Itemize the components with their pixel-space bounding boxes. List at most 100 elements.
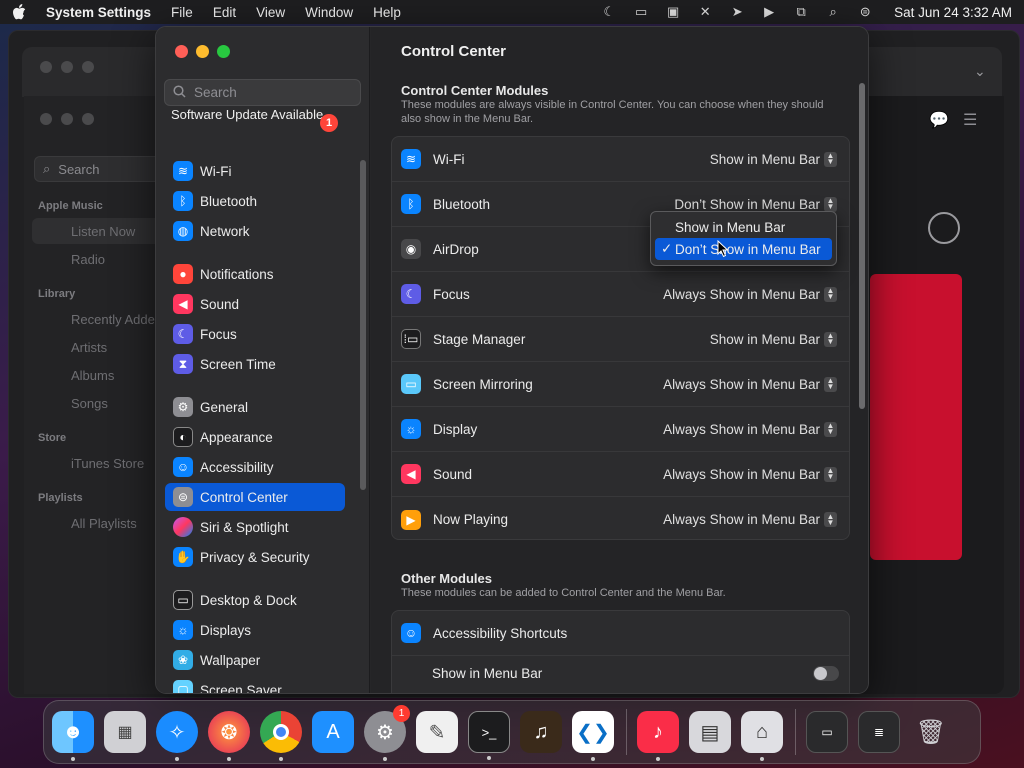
sidebar-item-label: Privacy & Security — [200, 549, 310, 565]
module-row-focus: ☾ Focus Always Show in Menu Bar ▲ ▼ — [392, 272, 849, 317]
trash-icon[interactable]: 🗑 — [910, 711, 952, 753]
sidebar-item-general[interactable]: ⚙ General — [165, 393, 345, 421]
module-visibility-select[interactable]: Always Show in Menu Bar ▲ ▼ — [663, 421, 837, 437]
textedit-icon[interactable]: ✎ — [416, 711, 458, 753]
music-artwork[interactable] — [870, 274, 962, 560]
module-visibility-select[interactable]: Always Show in Menu Bar ▲ ▼ — [663, 466, 837, 482]
sidebar-item-label: General — [200, 399, 249, 415]
music-item-all-playlists[interactable]: All Playlists — [71, 516, 137, 531]
module-visibility-select[interactable]: Show in Menu Bar ▲ ▼ — [709, 331, 837, 347]
sidebar-item-sound[interactable]: ◀ Sound — [165, 290, 345, 318]
sidebar-item-notifications[interactable]: ● Notifications — [165, 260, 345, 288]
accessibility-icon: ☺ — [173, 457, 193, 477]
show-in-menu-bar-toggle[interactable] — [813, 666, 839, 681]
safari-icon[interactable]: ✧ — [156, 711, 198, 761]
sidebar-item-bluetooth[interactable]: ᛒ Bluetooth — [165, 187, 345, 215]
moon-icon[interactable]: ☾ — [600, 4, 618, 19]
sidebar-scrollbar[interactable] — [360, 160, 366, 490]
module-visibility-select[interactable]: Always Show in Menu Bar ▲ ▼ — [663, 376, 837, 392]
module-visibility-select[interactable]: Always Show in Menu Bar ▲ ▼ — [663, 286, 837, 302]
sidebar-item-privacy-security[interactable]: ✋ Privacy & Security — [165, 543, 345, 571]
menu-file[interactable]: File — [171, 5, 193, 20]
music-item-itunes-store[interactable]: iTunes Store — [71, 456, 144, 471]
lyrics-icon[interactable]: 💬 — [929, 110, 949, 130]
menu-help[interactable]: Help — [373, 5, 401, 20]
window-icon[interactable]: ⧉ — [792, 4, 810, 19]
sidebar-item-focus[interactable]: ☾ Focus — [165, 320, 345, 348]
terminal-icon[interactable]: >_ — [468, 711, 510, 760]
firefox-icon[interactable]: ❂ — [208, 711, 250, 761]
sidebar-item-wallpaper[interactable]: ❀ Wallpaper — [165, 646, 345, 674]
accessibility-icon: ☺ — [401, 623, 421, 643]
app-store-icon[interactable]: A — [312, 711, 354, 753]
control-center-icon[interactable]: ⊜ — [856, 4, 874, 19]
sidebar-item-network[interactable]: ◍ Network — [165, 217, 345, 245]
sidebar-item-label: Desktop & Dock — [200, 592, 297, 608]
sidebar-item-displays[interactable]: ☼ Displays — [165, 616, 345, 644]
apple-icon[interactable] — [12, 4, 28, 20]
account-avatar-icon[interactable] — [928, 212, 960, 244]
window-thumbnail-icon[interactable]: ▭ — [806, 711, 848, 753]
vscode-icon[interactable]: ❮❯ — [572, 711, 614, 761]
sidebar-item-appearance[interactable]: ◐ Appearance — [165, 423, 345, 451]
menu-window[interactable]: Window — [305, 5, 353, 20]
software-update-badge: 1 — [320, 114, 338, 132]
sidebar-item-wifi[interactable]: ≋ Wi-Fi — [165, 157, 345, 185]
stage-manager-icon[interactable]: ▭ — [632, 4, 650, 19]
queue-icon[interactable]: ☰ — [963, 110, 977, 130]
close-button[interactable] — [175, 45, 188, 58]
display-icon[interactable]: ▣ — [664, 4, 682, 19]
search-icon[interactable]: ⌕ — [824, 4, 842, 19]
preview-icon[interactable]: ▤ — [689, 711, 731, 753]
module-visibility-select[interactable]: Always Show in Menu Bar ▲ ▼ — [663, 512, 837, 527]
module-visibility-value: Show in Menu Bar — [709, 331, 820, 347]
music-search-placeholder: Search — [58, 161, 100, 177]
music-icon[interactable]: ♪ — [637, 711, 679, 761]
sidebar-search-input[interactable]: Search — [164, 79, 361, 106]
chrome-icon[interactable] — [260, 711, 302, 761]
music-section-library: Library — [38, 288, 76, 300]
sidebar-item-screen-saver[interactable]: ▢ Screen Saver — [165, 676, 345, 693]
guitar-icon[interactable]: ♫ — [520, 711, 562, 753]
music-item-recently-added[interactable]: Recently Added — [71, 312, 162, 327]
module-visibility-value: Show in Menu Bar — [709, 151, 820, 167]
sidebar-item-label: Control Center — [200, 489, 288, 505]
sidebar-item-desktop-dock[interactable]: ▭ Desktop & Dock — [165, 586, 345, 614]
menu-view[interactable]: View — [256, 5, 285, 20]
music-item-radio[interactable]: Radio — [71, 252, 105, 267]
menu-app-name[interactable]: System Settings — [46, 5, 151, 20]
menu-edit[interactable]: Edit — [213, 5, 236, 20]
minimize-button[interactable] — [196, 45, 209, 58]
music-search-input[interactable]: ⌕ Search — [34, 156, 164, 182]
sidebar-item-screen-time[interactable]: ⧗ Screen Time — [165, 350, 345, 378]
music-item-songs[interactable]: Songs — [71, 396, 108, 411]
play-icon: ▶ — [401, 509, 421, 530]
location-icon[interactable]: ➤ — [728, 4, 746, 19]
launchpad-icon[interactable]: ▦ — [104, 711, 146, 753]
software-update-item[interactable]: Software Update Available — [171, 107, 341, 122]
module-visibility-select[interactable]: Don’t Show in Menu Bar ▲ ▼ — [674, 196, 837, 212]
module-label: Screen Mirroring — [433, 376, 533, 392]
module-row-wifi: ≋ Wi-Fi Show in Menu Bar ▲ ▼ — [392, 137, 849, 182]
content-scrollbar[interactable] — [859, 83, 865, 409]
globe-icon: ◍ — [173, 221, 193, 241]
music-item-albums[interactable]: Albums — [71, 368, 114, 383]
module-visibility-select[interactable]: Show in Menu Bar ▲ ▼ — [709, 151, 837, 167]
sidebar-item-siri-spotlight[interactable]: Siri & Spotlight — [165, 513, 345, 541]
play-icon[interactable]: ▶ — [760, 4, 778, 19]
mute-icon[interactable]: ✕ — [696, 4, 714, 19]
sun-icon: ☼ — [401, 419, 421, 439]
music-item-listen-now[interactable]: Listen Now — [32, 218, 164, 244]
sidebar-item-accessibility[interactable]: ☺ Accessibility — [165, 453, 345, 481]
document-thumbnail-icon[interactable]: ≣ — [858, 711, 900, 753]
sidebar-item-control-center[interactable]: ⊜ Control Center — [165, 483, 345, 511]
zoom-button[interactable] — [217, 45, 230, 58]
chevron-down-icon[interactable]: ⌄ — [974, 63, 986, 80]
system-info-icon[interactable]: ⌂ — [741, 711, 783, 761]
popup-option-dont-show[interactable]: ✓ Don’t Show in Menu Bar — [655, 238, 832, 260]
finder-icon[interactable]: ☻ — [52, 711, 94, 761]
menu-clock[interactable]: Sat Jun 24 3:32 AM — [894, 5, 1012, 20]
popup-option-show[interactable]: Show in Menu Bar — [655, 216, 832, 238]
settings-icon[interactable]: ⚙ 1 — [364, 705, 410, 761]
music-item-artists[interactable]: Artists — [71, 340, 107, 355]
